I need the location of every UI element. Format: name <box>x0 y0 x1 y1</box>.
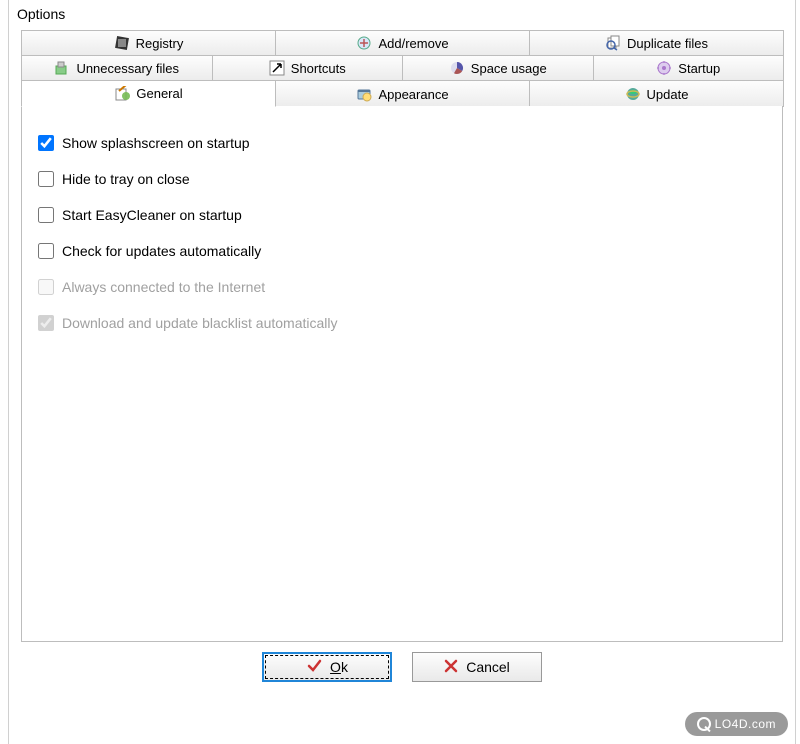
tab-row-3: General Appearance Update <box>21 80 783 107</box>
tab-space[interactable]: Space usage <box>402 55 594 80</box>
tab-label: Shortcuts <box>291 61 346 76</box>
ok-button[interactable]: Ok <box>262 652 392 682</box>
watermark: LO4D.com <box>685 712 788 736</box>
ok-label: Ok <box>330 659 348 675</box>
tab-label: Add/remove <box>378 36 448 51</box>
option-always-connected: Always connected to the Internet <box>38 279 766 295</box>
tab-startup[interactable]: Startup <box>593 55 785 80</box>
tab-update[interactable]: Update <box>529 80 784 107</box>
startup-icon <box>656 60 672 76</box>
unnecessary-icon <box>54 60 70 76</box>
option-download-blacklist: Download and update blacklist automatica… <box>38 315 766 331</box>
option-splashscreen[interactable]: Show splashscreen on startup <box>38 135 766 151</box>
tab-label: Unnecessary files <box>76 61 179 76</box>
option-start-on-startup[interactable]: Start EasyCleaner on startup <box>38 207 766 223</box>
cancel-button[interactable]: Cancel <box>412 652 542 682</box>
checkbox-always-connected <box>38 279 54 295</box>
option-label: Download and update blacklist automatica… <box>62 315 338 331</box>
check-icon <box>306 658 322 677</box>
checkbox-hide-tray[interactable] <box>38 171 54 187</box>
tab-label: Update <box>647 87 689 102</box>
appearance-icon <box>356 86 372 102</box>
update-icon <box>625 86 641 102</box>
space-icon <box>449 60 465 76</box>
tab-registry[interactable]: Registry <box>21 30 276 55</box>
x-icon <box>444 659 458 676</box>
tab-row-2: Unnecessary files Shortcuts Space usage … <box>21 55 783 80</box>
tab-general[interactable]: General <box>21 80 276 107</box>
tab-addremove[interactable]: Add/remove <box>275 30 530 55</box>
options-window: Options Registry Add/remove Duplicate fi… <box>8 0 796 744</box>
window-title: Options <box>9 0 795 30</box>
general-icon <box>114 86 130 102</box>
checkbox-splashscreen[interactable] <box>38 135 54 151</box>
option-label: Show splashscreen on startup <box>62 135 250 151</box>
tab-content-general: Show splashscreen on startup Hide to tra… <box>21 106 783 642</box>
checkbox-check-updates[interactable] <box>38 243 54 259</box>
option-label: Hide to tray on close <box>62 171 190 187</box>
checkbox-download-blacklist <box>38 315 54 331</box>
option-check-updates[interactable]: Check for updates automatically <box>38 243 766 259</box>
watermark-text: LO4D.com <box>715 717 776 731</box>
tab-label: Appearance <box>378 87 448 102</box>
tab-label: Startup <box>678 61 720 76</box>
button-bar: Ok Cancel <box>9 642 795 698</box>
option-label: Check for updates automatically <box>62 243 261 259</box>
tab-unnecessary[interactable]: Unnecessary files <box>21 55 213 80</box>
tab-label: Registry <box>136 36 184 51</box>
tab-appearance[interactable]: Appearance <box>275 80 530 107</box>
tab-duplicate[interactable]: Duplicate files <box>529 30 784 55</box>
option-label: Start EasyCleaner on startup <box>62 207 242 223</box>
tab-area: Registry Add/remove Duplicate files <box>21 30 783 642</box>
magnify-icon <box>697 717 711 731</box>
tab-label: Space usage <box>471 61 547 76</box>
cancel-label: Cancel <box>466 659 510 675</box>
tab-label: Duplicate files <box>627 36 708 51</box>
tab-label: General <box>136 86 182 101</box>
registry-icon <box>114 35 130 51</box>
checkbox-start-on-startup[interactable] <box>38 207 54 223</box>
option-hide-tray[interactable]: Hide to tray on close <box>38 171 766 187</box>
tab-shortcuts[interactable]: Shortcuts <box>212 55 404 80</box>
tab-row-1: Registry Add/remove Duplicate files <box>21 30 783 55</box>
duplicate-icon <box>605 35 621 51</box>
addremove-icon <box>356 35 372 51</box>
option-label: Always connected to the Internet <box>62 279 265 295</box>
shortcut-icon <box>269 60 285 76</box>
